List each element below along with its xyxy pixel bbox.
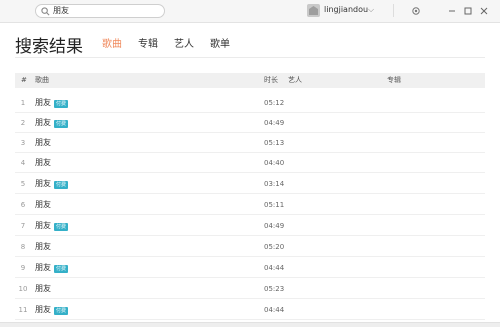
table-row[interactable]: 6 朋友 05:11 xyxy=(15,195,485,215)
row-number: 9 xyxy=(20,264,26,272)
avatar-icon xyxy=(309,6,318,15)
row-number: 6 xyxy=(20,201,26,209)
song-title[interactable]: 朋友 xyxy=(35,300,51,320)
paid-badge: 付费 xyxy=(54,307,69,315)
toolbar-divider xyxy=(393,4,394,17)
minimize-button[interactable] xyxy=(446,4,458,17)
song-duration: 05:20 xyxy=(264,243,285,251)
table-row[interactable]: 7 朋友 付费 04:49 xyxy=(15,216,485,236)
table-row[interactable]: 11 朋友 付费 04:44 xyxy=(15,300,485,320)
header-divider xyxy=(15,57,485,58)
username[interactable]: lingjiandou xyxy=(324,4,368,16)
paid-badge: 付费 xyxy=(54,120,69,128)
settings-button[interactable] xyxy=(410,4,422,17)
song-title[interactable]: 朋友 xyxy=(35,133,51,153)
row-number: 2 xyxy=(20,119,26,127)
song-duration: 04:44 xyxy=(264,264,285,272)
song-title[interactable]: 朋友 xyxy=(35,174,51,194)
row-number: 3 xyxy=(20,139,26,147)
song-title[interactable]: 朋友 xyxy=(35,258,51,278)
row-number: 10 xyxy=(18,285,28,293)
table-row[interactable]: 10 朋友 05:23 xyxy=(15,279,485,299)
table-row[interactable]: 1 朋友 付费 05:12 xyxy=(15,93,485,113)
table-row[interactable]: 4 朋友 04:40 xyxy=(15,153,485,173)
chevron-down-icon[interactable]: ⌵ xyxy=(368,4,374,16)
minimize-icon xyxy=(449,10,455,11)
song-duration: 04:44 xyxy=(264,306,285,314)
column-header-album[interactable]: 专辑 xyxy=(387,73,401,88)
paid-badge: 付费 xyxy=(54,100,69,108)
song-duration: 05:11 xyxy=(264,201,285,209)
search-icon xyxy=(41,7,50,16)
table-row[interactable]: 9 朋友 付费 04:44 xyxy=(15,258,485,278)
settings-icon xyxy=(412,6,420,15)
song-duration: 03:14 xyxy=(264,180,285,188)
song-title[interactable]: 朋友 xyxy=(35,216,51,236)
row-number: 8 xyxy=(20,243,26,251)
column-header-song[interactable]: 歌曲 xyxy=(35,73,49,88)
tab-albums[interactable]: 专辑 xyxy=(138,39,158,51)
paid-badge: 付费 xyxy=(54,181,69,189)
song-title[interactable]: 朋友 xyxy=(35,93,51,113)
song-duration: 05:12 xyxy=(264,99,285,107)
search-input[interactable]: 朋友 xyxy=(35,4,165,18)
close-icon xyxy=(480,7,488,14)
tab-artists[interactable]: 艺人 xyxy=(174,39,194,51)
song-duration: 04:49 xyxy=(264,119,285,127)
song-duration: 04:49 xyxy=(264,222,285,230)
tab-playlists[interactable]: 歌单 xyxy=(210,39,230,51)
table-row[interactable]: 5 朋友 付费 03:14 xyxy=(15,174,485,194)
paid-badge: 付费 xyxy=(54,265,69,273)
maximize-button[interactable] xyxy=(462,4,474,17)
column-header-num: # xyxy=(21,76,27,84)
search-query: 朋友 xyxy=(53,6,69,15)
paid-badge: 付费 xyxy=(54,223,69,231)
page-title: 搜索结果 xyxy=(15,37,83,57)
row-number: 7 xyxy=(20,222,26,230)
table-row[interactable]: 2 朋友 付费 04:49 xyxy=(15,113,485,133)
song-title[interactable]: 朋友 xyxy=(35,113,51,133)
table-row[interactable]: 8 朋友 05:20 xyxy=(15,237,485,257)
table-header: # 歌曲 时长 艺人 专辑 xyxy=(15,73,485,88)
song-title[interactable]: 朋友 xyxy=(35,195,51,215)
song-duration: 04:40 xyxy=(264,159,285,167)
song-duration: 05:13 xyxy=(264,139,285,147)
maximize-icon xyxy=(464,7,472,14)
title-bar: 朋友 lingjiandou ⌵ xyxy=(0,0,500,23)
row-number: 5 xyxy=(20,180,26,188)
song-title[interactable]: 朋友 xyxy=(35,153,51,173)
column-header-duration[interactable]: 时长 xyxy=(264,73,278,88)
row-number: 1 xyxy=(20,99,26,107)
row-number: 11 xyxy=(18,306,28,314)
row-number: 4 xyxy=(20,159,26,167)
avatar[interactable] xyxy=(307,4,320,17)
song-title[interactable]: 朋友 xyxy=(35,237,51,257)
tab-songs[interactable]: 歌曲 xyxy=(102,39,122,51)
song-duration: 05:23 xyxy=(264,285,285,293)
table-row[interactable]: 3 朋友 05:13 xyxy=(15,133,485,153)
song-title[interactable]: 朋友 xyxy=(35,279,51,299)
player-bar xyxy=(0,322,500,327)
column-header-artist[interactable]: 艺人 xyxy=(288,73,302,88)
close-button[interactable] xyxy=(478,4,490,17)
